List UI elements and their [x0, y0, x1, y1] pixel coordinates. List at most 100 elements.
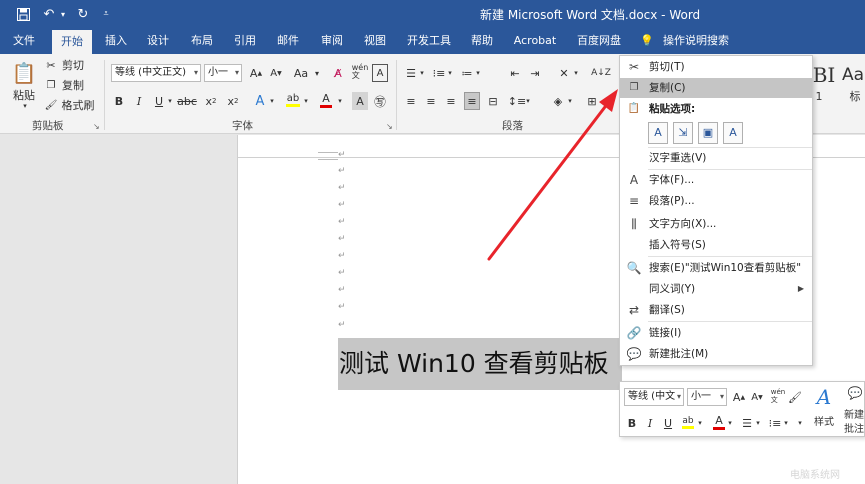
menu-item-link[interactable]: 🔗 链接(I): [620, 323, 812, 343]
menu-item-search[interactable]: 🔍 搜索(E)"测试Win10查看剪贴板": [620, 258, 812, 278]
phonetic-guide-icon[interactable]: wén 文: [770, 386, 786, 406]
tab-developer[interactable]: 开发工具: [402, 28, 456, 54]
highlight-icon[interactable]: ab: [284, 90, 302, 110]
format-painter-icon[interactable]: 🖌: [44, 98, 58, 112]
paste-dropdown-icon[interactable]: ▾: [20, 102, 30, 110]
menu-item-cut[interactable]: ✂ 剪切(T): [620, 57, 812, 77]
paste-merge-format-icon[interactable]: ⇲: [673, 122, 693, 144]
font-color-dropdown-icon[interactable]: ▾: [336, 92, 344, 110]
font-color-icon[interactable]: A: [712, 412, 726, 432]
bullets-dropdown-icon[interactable]: ▾: [754, 414, 762, 432]
mini-size-select[interactable]: 小一 ▾: [687, 388, 727, 406]
grow-font-icon[interactable]: A ▲: [248, 64, 264, 82]
save-icon[interactable]: [14, 5, 32, 23]
menu-item-synonyms[interactable]: 同义词(Y) ▶: [620, 279, 812, 299]
tab-help[interactable]: 帮助: [464, 28, 500, 54]
tell-me-search[interactable]: 操作说明搜索: [660, 28, 732, 54]
line-spacing-dropdown-icon[interactable]: ▾: [524, 92, 532, 110]
underline-dropdown-icon[interactable]: ▾: [166, 92, 174, 110]
numbering-icon[interactable]: ⁝≡: [432, 64, 446, 82]
underline-icon[interactable]: U: [152, 92, 166, 110]
shrink-font-icon[interactable]: A ▼: [750, 388, 764, 406]
tab-baidu-netdisk[interactable]: 百度网盘: [572, 28, 626, 54]
new-comment-icon[interactable]: 💬: [846, 384, 864, 402]
justify-icon[interactable]: ≡: [464, 92, 480, 110]
clear-formatting-icon[interactable]: A̸: [330, 64, 346, 82]
highlight-dropdown-icon[interactable]: ▾: [302, 92, 310, 110]
cut-button[interactable]: 剪切: [60, 58, 86, 72]
menu-item-paragraph[interactable]: ≡ 段落(P)...: [620, 191, 812, 211]
tab-view[interactable]: 视图: [357, 28, 393, 54]
tab-references[interactable]: 引用: [227, 28, 263, 54]
format-painter-button[interactable]: 格式刷: [60, 98, 96, 112]
paste-picture-icon[interactable]: ▣: [698, 122, 718, 144]
font-color-icon[interactable]: A: [318, 90, 334, 110]
tab-insert[interactable]: 插入: [98, 28, 134, 54]
superscript-icon[interactable]: x2: [226, 92, 240, 110]
borders-icon[interactable]: ⊞: [584, 92, 600, 110]
new-comment-label-2[interactable]: 批注: [842, 420, 865, 435]
bullets-icon[interactable]: ☰: [740, 414, 754, 432]
copy-icon[interactable]: ❐: [44, 78, 58, 92]
shading-icon[interactable]: ◈: [550, 92, 566, 110]
phonetic-guide-icon[interactable]: wén 文: [352, 62, 369, 82]
bullets-icon[interactable]: ☰: [404, 64, 418, 82]
menu-item-text-direction[interactable]: ⫼ 文字方向(X)...: [620, 214, 812, 234]
format-painter-icon[interactable]: 🖌: [788, 388, 802, 406]
new-comment-label-1[interactable]: 新建: [842, 406, 865, 421]
asian-layout-dropdown-icon[interactable]: ▾: [572, 64, 580, 82]
numbering-dropdown-icon[interactable]: ▾: [446, 64, 454, 82]
cut-icon[interactable]: ✂: [44, 58, 58, 72]
tab-layout[interactable]: 布局: [184, 28, 220, 54]
line-spacing-icon[interactable]: ↕≡: [508, 92, 526, 110]
numbering-dropdown-icon[interactable]: ▾: [782, 414, 790, 432]
highlight-icon[interactable]: ab: [680, 412, 696, 432]
menu-item-new-comment[interactable]: 💬 新建批注(M): [620, 344, 812, 364]
paste-button[interactable]: 粘贴: [10, 88, 38, 102]
change-case-dropdown-icon[interactable]: ▾: [312, 64, 322, 82]
menu-item-insert-symbol[interactable]: 插入符号(S): [620, 235, 812, 255]
paste-text-only-icon[interactable]: A: [723, 122, 743, 144]
font-name-select[interactable]: 等线 (中文正文) ▾: [111, 64, 201, 82]
multilevel-list-icon[interactable]: ≔: [460, 64, 474, 82]
menu-item-reconvert[interactable]: 汉字重选(V): [620, 148, 812, 168]
undo-dropdown-icon[interactable]: ▾: [58, 5, 68, 23]
clipboard-launcher-icon[interactable]: ↘: [93, 122, 100, 131]
tab-file[interactable]: 文件: [6, 28, 42, 54]
character-border-icon[interactable]: A: [372, 64, 388, 82]
tab-mailings[interactable]: 邮件: [270, 28, 306, 54]
style-sample-heading[interactable]: BI: [812, 62, 836, 88]
font-size-select[interactable]: 小一 ▾: [204, 64, 242, 82]
character-shading-icon[interactable]: A: [352, 92, 368, 110]
distributed-icon[interactable]: ⊟: [486, 92, 500, 110]
bold-icon[interactable]: B: [112, 92, 126, 110]
change-case-icon[interactable]: Aa: [292, 64, 310, 82]
shading-dropdown-icon[interactable]: ▾: [566, 92, 574, 110]
bullets-dropdown-icon[interactable]: ▾: [418, 64, 426, 82]
customize-qat-icon[interactable]: ⩡: [100, 5, 112, 23]
grow-font-icon[interactable]: A ▲: [732, 388, 746, 406]
sort-icon[interactable]: A↓Z: [591, 64, 611, 82]
copy-button[interactable]: 复制: [60, 78, 86, 92]
styles-icon[interactable]: A: [812, 384, 836, 410]
menu-item-font[interactable]: A 字体(F)...: [620, 170, 812, 190]
strikethrough-icon[interactable]: abc: [177, 92, 197, 110]
mini-more-dropdown-icon[interactable]: ▾: [794, 414, 806, 432]
subscript-icon[interactable]: x2: [204, 92, 218, 110]
menu-item-translate[interactable]: ⇄ 翻译(S): [620, 300, 812, 320]
styles-button[interactable]: 样式: [810, 412, 838, 428]
align-right-icon[interactable]: ≡: [444, 92, 458, 110]
numbering-icon[interactable]: ⁝≡: [768, 414, 782, 432]
tab-design[interactable]: 设计: [140, 28, 176, 54]
text-effects-icon[interactable]: A: [252, 92, 268, 110]
highlight-dropdown-icon[interactable]: ▾: [696, 414, 704, 432]
tab-review[interactable]: 审阅: [314, 28, 350, 54]
paste-keep-source-icon[interactable]: A: [648, 122, 668, 144]
multilevel-list-dropdown-icon[interactable]: ▾: [474, 64, 482, 82]
tab-acrobat[interactable]: Acrobat: [510, 28, 560, 54]
shrink-font-icon[interactable]: A ▼: [268, 64, 284, 82]
undo-icon[interactable]: ↶: [40, 5, 58, 23]
text-effects-dropdown-icon[interactable]: ▾: [268, 92, 276, 110]
enclose-characters-icon[interactable]: ㊢: [372, 92, 388, 110]
style-sample-title[interactable]: Aa: [842, 64, 864, 86]
